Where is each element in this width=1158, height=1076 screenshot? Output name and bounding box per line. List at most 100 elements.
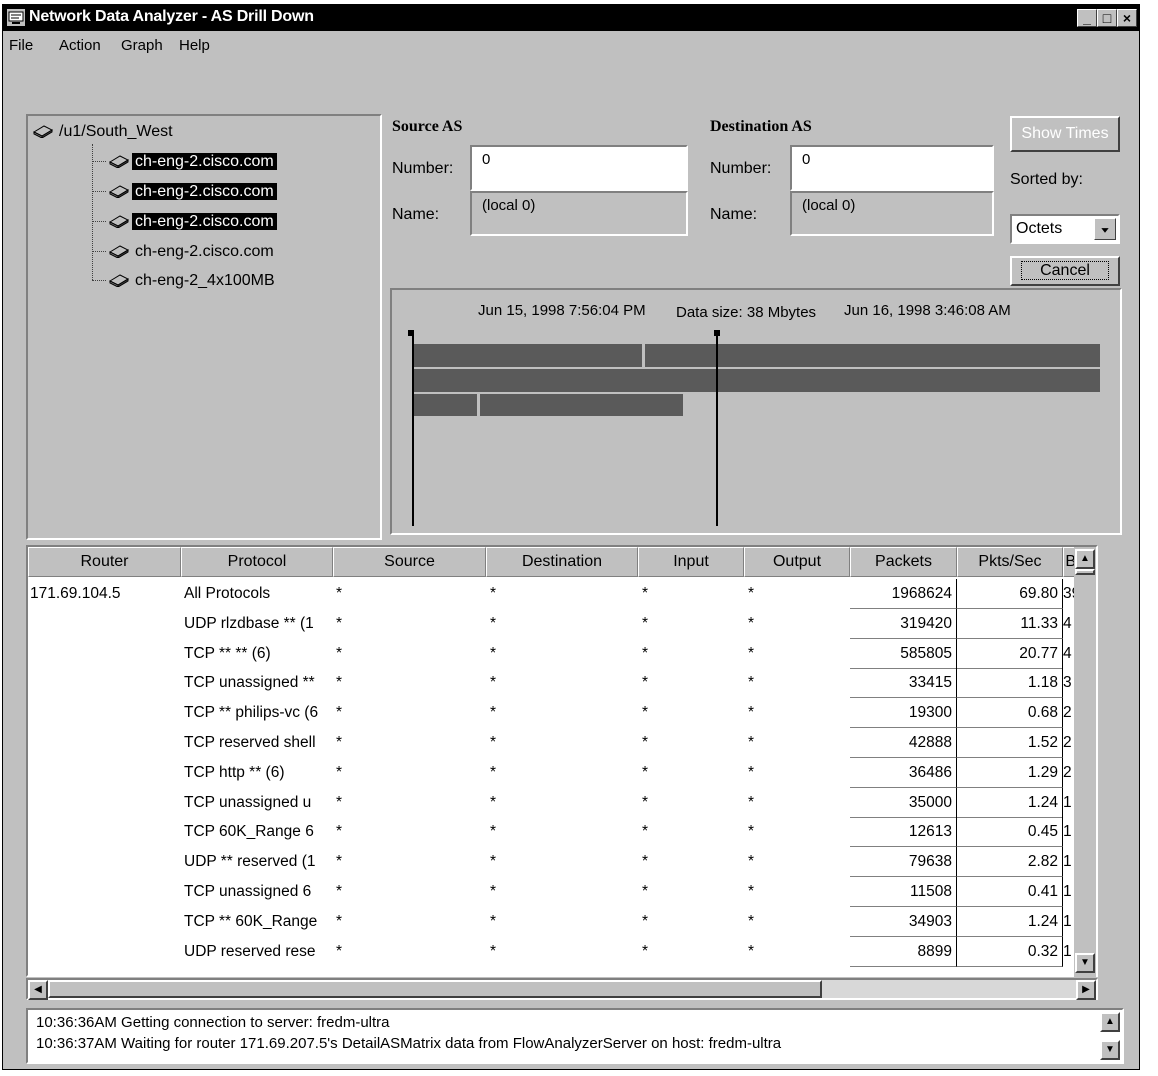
table-row[interactable]: UDP rlzdbase ** (1 * * * 319420 11.33 4 * (28, 608, 1096, 639)
destination-number-input[interactable]: 0 (790, 145, 994, 191)
tree-connector (92, 251, 106, 252)
cell-pkts-sec: 0.32 (957, 936, 1063, 967)
cell-router (30, 758, 180, 788)
cell-packets: 19300 (850, 698, 957, 729)
table-row[interactable]: UDP ** reserved (1 * * * 79638 2.82 1 * (28, 847, 1096, 878)
timeline-end: Jun 16, 1998 3:46:08 AM (844, 302, 1011, 319)
cell-protocol: TCP unassigned ** (184, 674, 315, 692)
column-header-pkts-sec[interactable]: Pkts/Sec (957, 547, 1063, 577)
menu-graph[interactable]: Graph (121, 37, 163, 54)
column-header-protocol[interactable]: Protocol (181, 547, 333, 577)
minimize-button[interactable]: _ (1077, 9, 1097, 27)
table-row[interactable]: TCP ** philips-vc (6 * * * 19300 0.68 2 * (28, 698, 1096, 729)
tree-root[interactable]: /u1/South_West (32, 118, 176, 145)
tree-item-router[interactable]: ch-eng-2.cisco.com (108, 148, 277, 175)
menu-file[interactable]: File (9, 37, 33, 54)
cell-pkts-sec: 1.29 (957, 757, 1063, 788)
column-header-input[interactable]: Input (638, 547, 744, 577)
cell-output: * (748, 614, 755, 632)
tree-connector (92, 161, 106, 162)
cell-source: * (336, 734, 343, 751)
cell-router (30, 877, 180, 907)
close-button[interactable]: × (1117, 9, 1137, 27)
title-bar[interactable]: Network Data Analyzer - AS Drill Down _ … (3, 5, 1139, 31)
sorted-by-value: Octets (1016, 220, 1063, 237)
column-header-output[interactable]: Output (744, 547, 850, 577)
cell-packets: 42888 (850, 728, 957, 758)
tree-item-router[interactable]: ch-eng-2.cisco.com (108, 208, 277, 235)
scroll-right-icon[interactable]: ▶ (1076, 980, 1096, 1000)
horizontal-scrollbar[interactable]: ◀ ▶ (26, 978, 1098, 1000)
cell-destination: * (490, 614, 497, 632)
cell-pkts-sec: 11.33 (957, 608, 1063, 639)
cell-protocol: TCP reserved shell (184, 734, 316, 751)
data-bar (480, 394, 683, 416)
scroll-down-icon[interactable]: ▼ (1100, 1040, 1120, 1060)
cell-router (30, 698, 180, 728)
column-header-source[interactable]: Source (333, 547, 486, 577)
table-row[interactable]: TCP ** ** (6) * * * 585805 20.77 4 * (28, 638, 1096, 669)
table-row[interactable]: TCP unassigned u * * * 35000 1.24 1 * (28, 787, 1096, 818)
cell-destination: * (490, 942, 497, 960)
start-marker-line[interactable] (412, 334, 414, 526)
table-row[interactable]: TCP unassigned ** * * * 33415 1.18 3 * (28, 668, 1096, 699)
chevron-down-icon[interactable] (1094, 218, 1116, 240)
column-header-destination[interactable]: Destination (486, 547, 638, 577)
cell-pkts-sec: 1.24 (957, 787, 1063, 818)
table-row[interactable]: TCP unassigned 6 * * * 11508 0.41 1 * (28, 877, 1096, 907)
table-row[interactable]: TCP reserved shell * * * 42888 1.52 2 * (28, 728, 1096, 758)
cell-destination: * (490, 793, 497, 811)
tree-item-label: ch-eng-2_4x100MB (135, 272, 275, 289)
router-tree[interactable]: /u1/South_West ch-eng-2.cisco.com ch-eng… (26, 114, 382, 540)
table-row[interactable]: 171.69.104.5 All Protocols * * * 1968624 69.80… (28, 579, 1096, 609)
cell-pkts-sec: 20.77 (957, 638, 1063, 669)
scroll-thumb[interactable] (48, 980, 822, 998)
menu-action[interactable]: Action (59, 37, 101, 54)
scroll-thumb[interactable] (1075, 569, 1095, 575)
cell-input: * (642, 912, 649, 930)
table-row[interactable]: TCP 60K_Range 6 * * * 12613 0.45 1 * (28, 817, 1096, 848)
cell-packets: 36486 (850, 757, 957, 788)
cell-pkts-sec: 0.41 (957, 877, 1063, 907)
show-times-button[interactable]: Show Times (1010, 116, 1120, 152)
tree-item-router[interactable]: ch-eng-2_4x100MB (108, 267, 278, 294)
cancel-button[interactable]: Cancel (1010, 256, 1120, 286)
column-header-packets[interactable]: Packets (850, 547, 957, 577)
cell-router (30, 847, 180, 877)
cell-pkts-sec: 1.52 (957, 728, 1063, 758)
source-number-input[interactable]: 0 (470, 145, 688, 191)
cell-destination: * (490, 734, 497, 751)
cell-source: * (336, 912, 343, 930)
scroll-left-icon[interactable]: ◀ (28, 980, 48, 1000)
tree-item-router[interactable]: ch-eng-2.cisco.com (108, 178, 277, 205)
cell-source: * (336, 674, 343, 692)
table-row[interactable]: TCP ** 60K_Range * * * 34903 1.24 1 * (28, 906, 1096, 937)
scroll-up-icon[interactable]: ▲ (1100, 1012, 1120, 1032)
cell-source: * (336, 704, 343, 722)
cell-pkts-sec: 69.80 (957, 579, 1063, 609)
cell-protocol: TCP ** philips-vc (6 (184, 704, 319, 722)
scroll-up-icon[interactable]: ▲ (1075, 549, 1095, 569)
maximize-button[interactable]: □ (1097, 9, 1117, 27)
sorted-by-select[interactable]: Octets (1010, 214, 1120, 244)
column-header-router[interactable]: Router (28, 547, 181, 577)
vertical-scrollbar[interactable]: ▲ ▼ (1074, 547, 1096, 977)
end-marker-line[interactable] (716, 334, 718, 526)
table-row[interactable]: UDP reserved rese * * * 8899 0.32 1 * (28, 936, 1096, 967)
tree-connector (92, 280, 106, 281)
cell-pkts-sec: 0.45 (957, 817, 1063, 848)
cell-input: * (642, 942, 649, 960)
cell-output: * (748, 763, 755, 781)
scroll-down-icon[interactable]: ▼ (1075, 953, 1095, 973)
cell-source: * (336, 942, 343, 960)
table-row[interactable]: TCP http ** (6) * * * 36486 1.29 2 * (28, 757, 1096, 788)
source-as-title: Source AS (392, 118, 463, 135)
cell-input: * (642, 883, 649, 900)
tree-item-label: ch-eng-2.cisco.com (135, 243, 274, 260)
menu-help[interactable]: Help (179, 37, 210, 54)
app-icon (7, 9, 25, 26)
source-name-field: (local 0) (470, 191, 688, 236)
cell-source: * (336, 883, 343, 900)
time-range-graph[interactable]: Jun 15, 1998 7:56:04 PM Data size: 38 Mb… (390, 288, 1122, 535)
tree-item-router[interactable]: ch-eng-2.cisco.com (108, 238, 277, 265)
